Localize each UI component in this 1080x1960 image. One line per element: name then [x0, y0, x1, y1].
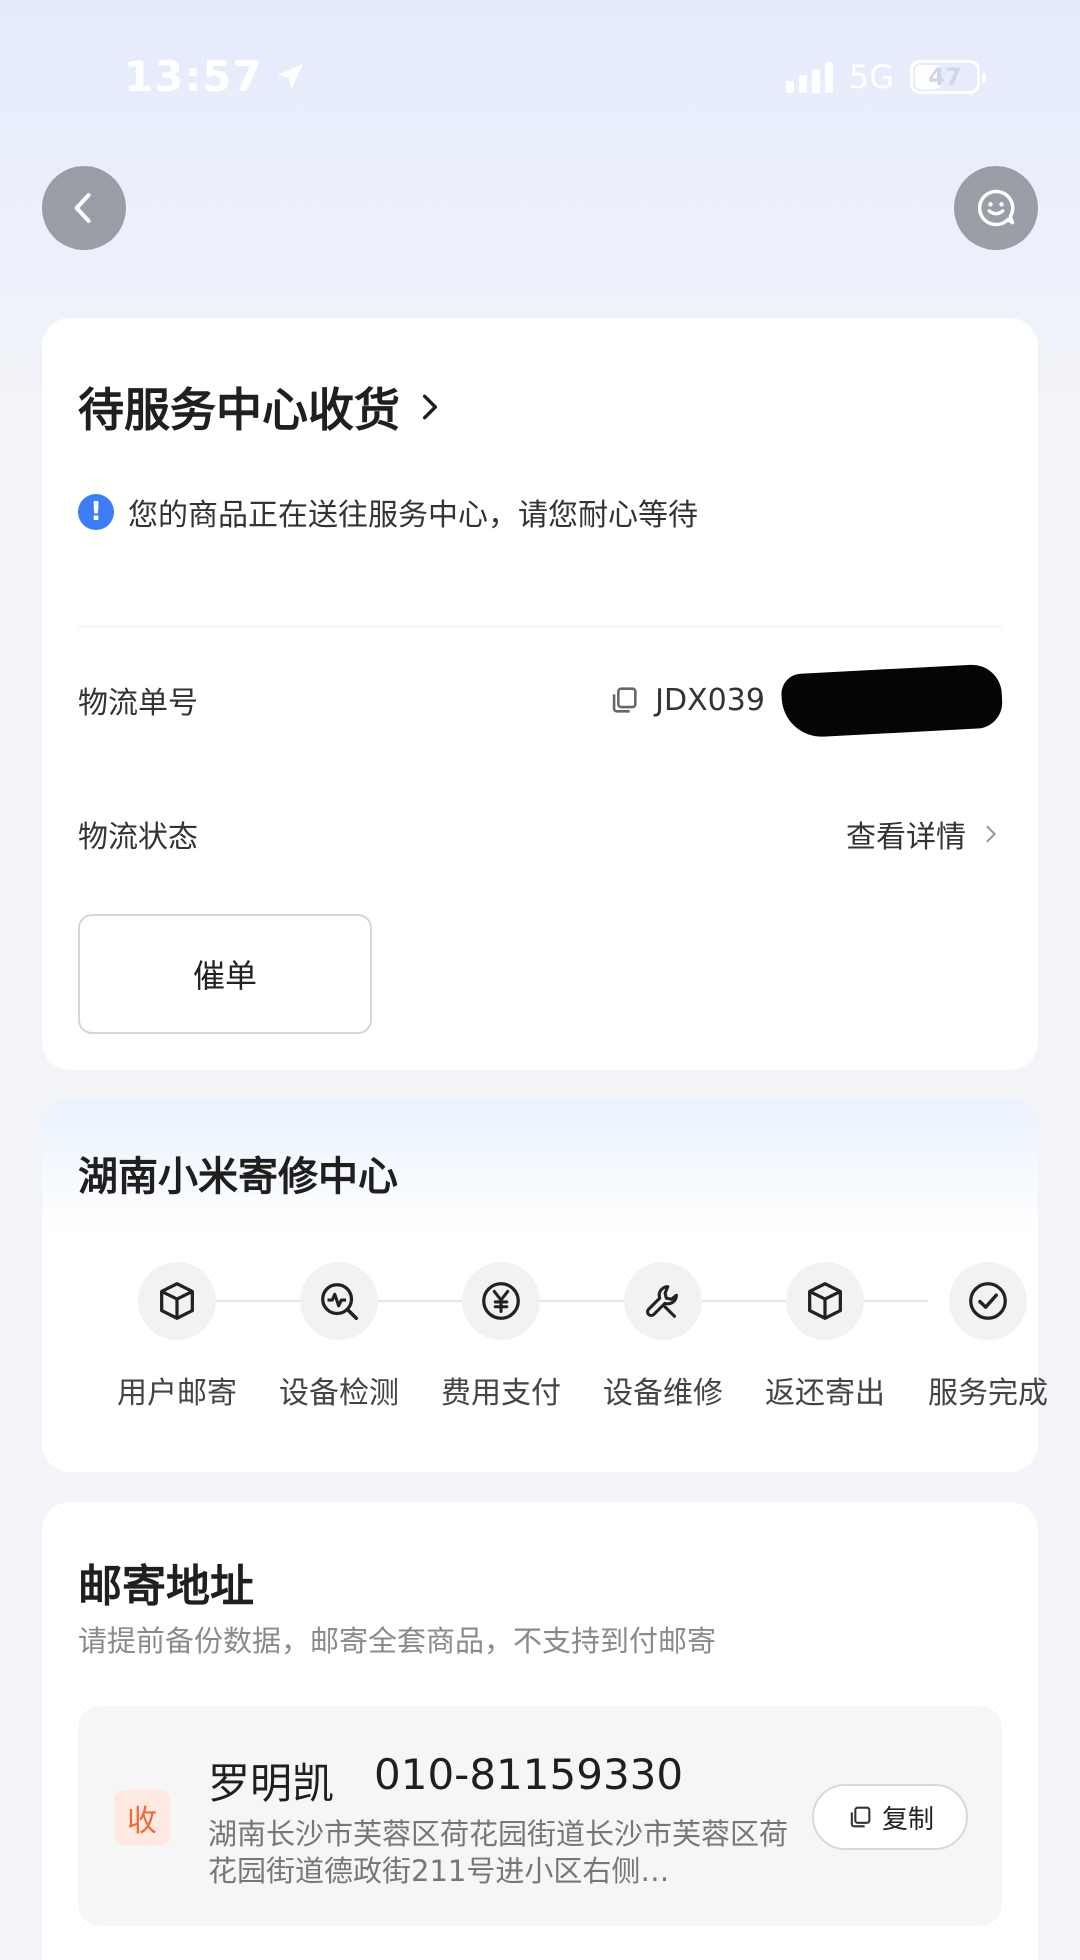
copy-address-button[interactable]: 复制: [812, 1784, 968, 1850]
repair-steps: 用户邮寄 设备检测 费用支付 设备维修 返还寄出 服务完成: [42, 1262, 1048, 1422]
step-payment: 费用支付: [421, 1262, 581, 1412]
status-bar: 13:57 5G 47: [0, 0, 1080, 160]
urge-order-button[interactable]: 催单: [78, 914, 372, 1034]
recipient-address: 湖南长沙市芙蓉区荷花园街道长沙市芙蓉区荷花园街道德政街211号进小区右侧…: [208, 1817, 789, 1888]
mailing-address-card: 邮寄地址 请提前备份数据，邮寄全套商品，不支持到付邮寄 收 罗明凯 010-81…: [42, 1502, 1038, 1960]
yuan-icon: [462, 1262, 540, 1340]
battery-percent: 47: [928, 63, 962, 91]
smiley-chat-icon: [977, 189, 1015, 227]
customer-service-button[interactable]: [954, 166, 1038, 250]
package-icon: [786, 1262, 864, 1340]
back-button[interactable]: [42, 166, 126, 250]
status-indicators: 5G 47: [785, 58, 986, 96]
tracking-number-text: JDX039: [655, 682, 765, 718]
address-title: 邮寄地址: [78, 1561, 254, 1612]
divider: [78, 626, 1002, 627]
chevron-left-icon: [74, 193, 91, 223]
package-icon: [138, 1262, 216, 1340]
logistics-label: 物流状态: [78, 820, 198, 855]
recipient-phone: 010-81159330: [374, 1750, 684, 1799]
inspect-icon: [300, 1262, 378, 1340]
status-notice: ! 您的商品正在送往服务中心，请您耐心等待: [78, 490, 698, 534]
network-label: 5G: [848, 58, 894, 96]
order-status-title[interactable]: 待服务中心收货: [78, 374, 446, 440]
check-icon: [949, 1262, 1027, 1340]
tracking-number-row: 物流单号 JDX039 7: [78, 662, 1004, 739]
copy-icon[interactable]: [607, 683, 641, 717]
step-device-repair: 设备维修: [583, 1262, 743, 1412]
info-icon: !: [78, 494, 114, 530]
redaction-mark: [780, 662, 1004, 739]
tracking-label: 物流单号: [78, 686, 198, 721]
step-label: 设备检测: [279, 1376, 399, 1411]
copy-button-label: 复制: [881, 1804, 934, 1835]
service-center-title: 湖南小米寄修中心: [78, 1154, 398, 1200]
view-details-text: 查看详情: [846, 820, 966, 855]
status-time: 13:57: [124, 52, 307, 101]
wrench-icon: [624, 1262, 702, 1340]
location-arrow-icon: [273, 60, 307, 94]
copy-icon: [850, 1806, 871, 1828]
step-return-ship: 返还寄出: [745, 1262, 905, 1412]
step-label: 返还寄出: [765, 1376, 885, 1411]
step-label: 用户邮寄: [117, 1376, 237, 1411]
recipient-name: 罗明凯: [208, 1759, 335, 1808]
time-text: 13:57: [124, 52, 263, 101]
chevron-right-icon: [980, 823, 1002, 845]
recipient-address-box: 收 罗明凯 010-81159330 湖南长沙市芙蓉区荷花园街道长沙市芙蓉区荷花…: [78, 1706, 1002, 1926]
step-user-mail: 用户邮寄: [97, 1262, 257, 1412]
view-details-link[interactable]: 查看详情: [846, 812, 1002, 856]
step-device-inspection: 设备检测: [259, 1262, 419, 1412]
address-subtitle: 请提前备份数据，邮寄全套商品，不支持到付邮寄: [78, 1624, 717, 1658]
step-label: 服务完成: [928, 1376, 1048, 1411]
status-title-text: 待服务中心收货: [78, 383, 400, 437]
battery-icon: 47: [910, 60, 986, 94]
notice-text: 您的商品正在送往服务中心，请您耐心等待: [128, 498, 698, 533]
signal-icon: [785, 61, 833, 93]
chevron-right-icon: [422, 394, 438, 420]
step-label: 设备维修: [603, 1376, 723, 1411]
step-service-complete: 服务完成: [908, 1262, 1068, 1412]
logistics-status-row: 物流状态 查看详情: [78, 812, 1002, 856]
recipient-contact: 罗明凯 010-81159330: [208, 1750, 683, 1811]
receiver-badge: 收: [114, 1790, 170, 1846]
service-center-card: 湖南小米寄修中心 用户邮寄 设备检测 费用支付 设备维修 返还寄出 服务完成: [42, 1100, 1048, 1472]
step-label: 费用支付: [441, 1376, 561, 1411]
order-status-card: 待服务中心收货 ! 您的商品正在送往服务中心，请您耐心等待 物流单号 JDX03…: [42, 318, 1038, 1070]
tracking-number-value[interactable]: JDX039 7: [607, 662, 1004, 739]
